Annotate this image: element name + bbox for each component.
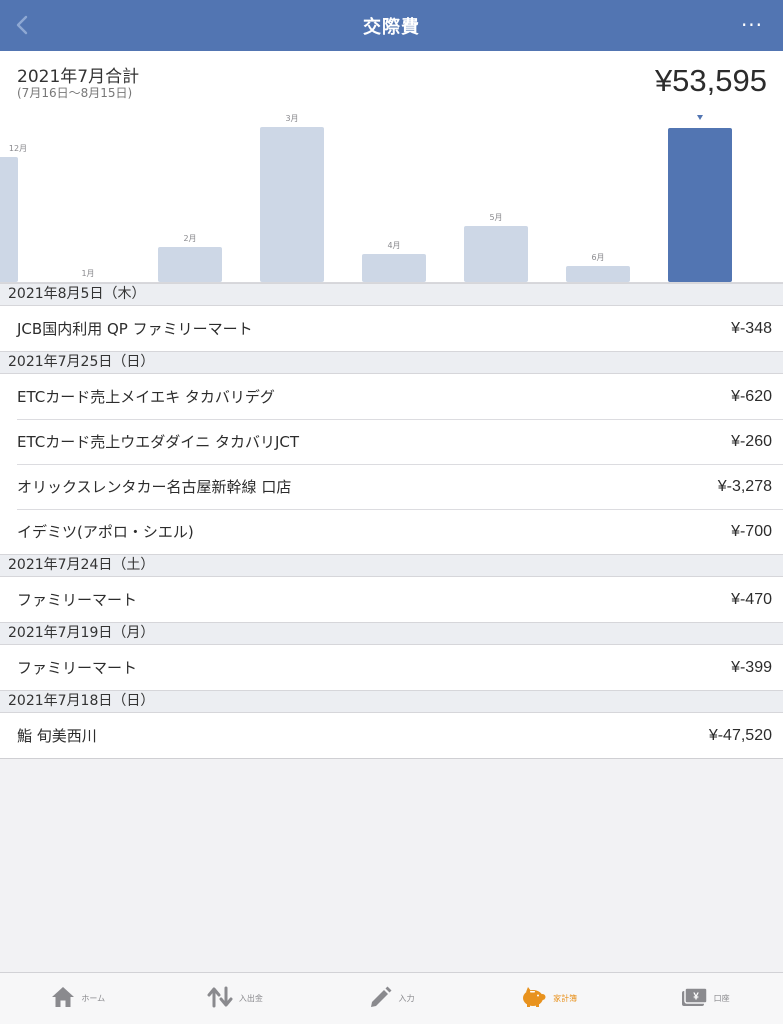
back-button[interactable] bbox=[8, 10, 36, 40]
summary-date-range: (7月16日〜8月15日) bbox=[17, 86, 133, 100]
transaction-group: ETCカード売上メイエキ タカバリデグ ¥-620 ETCカード売上ウエダダイニ タ… bbox=[0, 374, 783, 554]
transaction-name: オリックスレンタカー名古屋新幹線 口店 bbox=[17, 478, 292, 496]
transfer-arrows-icon bbox=[207, 986, 233, 1012]
tab-home[interactable]: ホーム bbox=[0, 973, 157, 1024]
tab-label: 入出金 bbox=[238, 994, 263, 1003]
transaction-row[interactable]: ETCカード売上メイエキ タカバリデグ ¥-620 bbox=[0, 374, 783, 419]
chart-label-month-2: 1月 bbox=[81, 269, 94, 278]
transaction-name: ファミリーマート bbox=[17, 591, 138, 609]
chevron-left-icon bbox=[16, 15, 28, 35]
summary-total: ¥53,595 bbox=[654, 63, 767, 98]
transaction-row[interactable]: 鮨 旬美西川 ¥-47,520 bbox=[0, 713, 783, 758]
transaction-group: ファミリーマート ¥-399 bbox=[0, 645, 783, 690]
transaction-list: 2021年8月5日（木） JCB国内利用 QP ファミリーマート ¥-348 2021… bbox=[0, 283, 783, 759]
chart-bar-month-7[interactable] bbox=[566, 266, 630, 282]
transaction-name: ETCカード売上ウエダダイニ タカバリJCT bbox=[17, 433, 300, 451]
chart-bar-month-5[interactable] bbox=[362, 254, 426, 282]
svg-text:¥: ¥ bbox=[693, 991, 699, 1002]
chart-bar-month-8[interactable] bbox=[668, 128, 732, 282]
monthly-summary: 12月 1月 2月 3月 4月 5月 6月 2021年7月合計 (7月16日〜8月15日) … bbox=[0, 51, 783, 283]
transaction-amount: ¥-700 bbox=[731, 522, 772, 540]
transaction-name: JCB国内利用 QP ファミリーマート bbox=[17, 320, 253, 338]
transaction-row[interactable]: ファミリーマート ¥-399 bbox=[0, 645, 783, 690]
page-title: 交際費 bbox=[363, 16, 420, 38]
date-section-header: 2021年7月18日（日） bbox=[0, 690, 783, 713]
date-section-header: 2021年7月19日（月） bbox=[0, 622, 783, 645]
tab-bar: ホーム 入出金 入力 家計簿 ¥ 口座 bbox=[0, 972, 783, 1024]
transaction-group: ファミリーマート ¥-470 bbox=[0, 577, 783, 622]
transaction-amount: ¥-3,278 bbox=[717, 477, 772, 495]
date-section-header: 2021年7月25日（日） bbox=[0, 351, 783, 374]
transaction-amount: ¥-399 bbox=[731, 658, 772, 676]
transaction-name: 鮨 旬美西川 bbox=[17, 727, 97, 745]
tab-label: 入力 bbox=[398, 994, 415, 1003]
chart-label-month-1: 12月 bbox=[9, 144, 27, 153]
date-section-header: 2021年7月24日（土） bbox=[0, 554, 783, 577]
transaction-amount: ¥-260 bbox=[731, 432, 772, 450]
transaction-row[interactable]: JCB国内利用 QP ファミリーマート ¥-348 bbox=[0, 306, 783, 351]
transaction-row[interactable]: ファミリーマート ¥-470 bbox=[0, 577, 783, 622]
chart-label-month-4: 3月 bbox=[285, 114, 298, 123]
tab-pencil[interactable]: 入力 bbox=[313, 973, 470, 1024]
piggy-bank-icon bbox=[519, 986, 547, 1012]
pencil-icon bbox=[368, 986, 392, 1012]
transaction-amount: ¥-620 bbox=[731, 387, 772, 405]
transaction-row[interactable]: ETCカード売上ウエダダイニ タカバリJCT ¥-260 bbox=[0, 419, 783, 464]
chart-bar-month-4[interactable] bbox=[260, 127, 324, 282]
transaction-row[interactable]: イデミツ(アポロ・シエル) ¥-700 bbox=[0, 509, 783, 554]
chart-bar-month-1[interactable] bbox=[0, 157, 18, 282]
more-options-button[interactable]: ··· bbox=[735, 12, 769, 38]
tab-label: 家計簿 bbox=[553, 994, 578, 1003]
date-section-header: 2021年8月5日（木） bbox=[0, 283, 783, 306]
transaction-row[interactable]: オリックスレンタカー名古屋新幹線 口店 ¥-3,278 bbox=[0, 464, 783, 509]
tab-wallet-yen[interactable]: ¥ 口座 bbox=[626, 973, 783, 1024]
list-end-divider bbox=[0, 758, 783, 759]
transaction-group: JCB国内利用 QP ファミリーマート ¥-348 bbox=[0, 306, 783, 351]
wallet-yen-icon: ¥ bbox=[680, 986, 708, 1012]
tab-transfer-arrows[interactable]: 入出金 bbox=[157, 973, 314, 1024]
tab-label: 口座 bbox=[713, 994, 730, 1003]
transaction-name: イデミツ(アポロ・シエル) bbox=[17, 523, 194, 541]
chart-label-month-3: 2月 bbox=[183, 234, 196, 243]
transaction-group: 鮨 旬美西川 ¥-47,520 bbox=[0, 713, 783, 758]
chart-label-month-5: 4月 bbox=[387, 241, 400, 250]
home-icon bbox=[51, 986, 75, 1012]
transaction-amount: ¥-470 bbox=[731, 590, 772, 608]
transaction-name: ETCカード売上メイエキ タカバリデグ bbox=[17, 388, 275, 406]
chart-bar-month-6[interactable] bbox=[464, 226, 528, 282]
chart-label-month-7: 6月 bbox=[591, 253, 604, 262]
transaction-amount: ¥-348 bbox=[731, 319, 772, 337]
chart-bar-month-3[interactable] bbox=[158, 247, 222, 282]
chart-label-month-6: 5月 bbox=[489, 213, 502, 222]
tab-piggy-bank[interactable]: 家計簿 bbox=[470, 973, 627, 1024]
nav-bar: 交際費 ··· bbox=[0, 0, 783, 51]
transaction-amount: ¥-47,520 bbox=[708, 726, 772, 744]
selected-month-marker-icon bbox=[697, 115, 703, 120]
transaction-name: ファミリーマート bbox=[17, 659, 138, 677]
tab-label: ホーム bbox=[81, 994, 106, 1003]
